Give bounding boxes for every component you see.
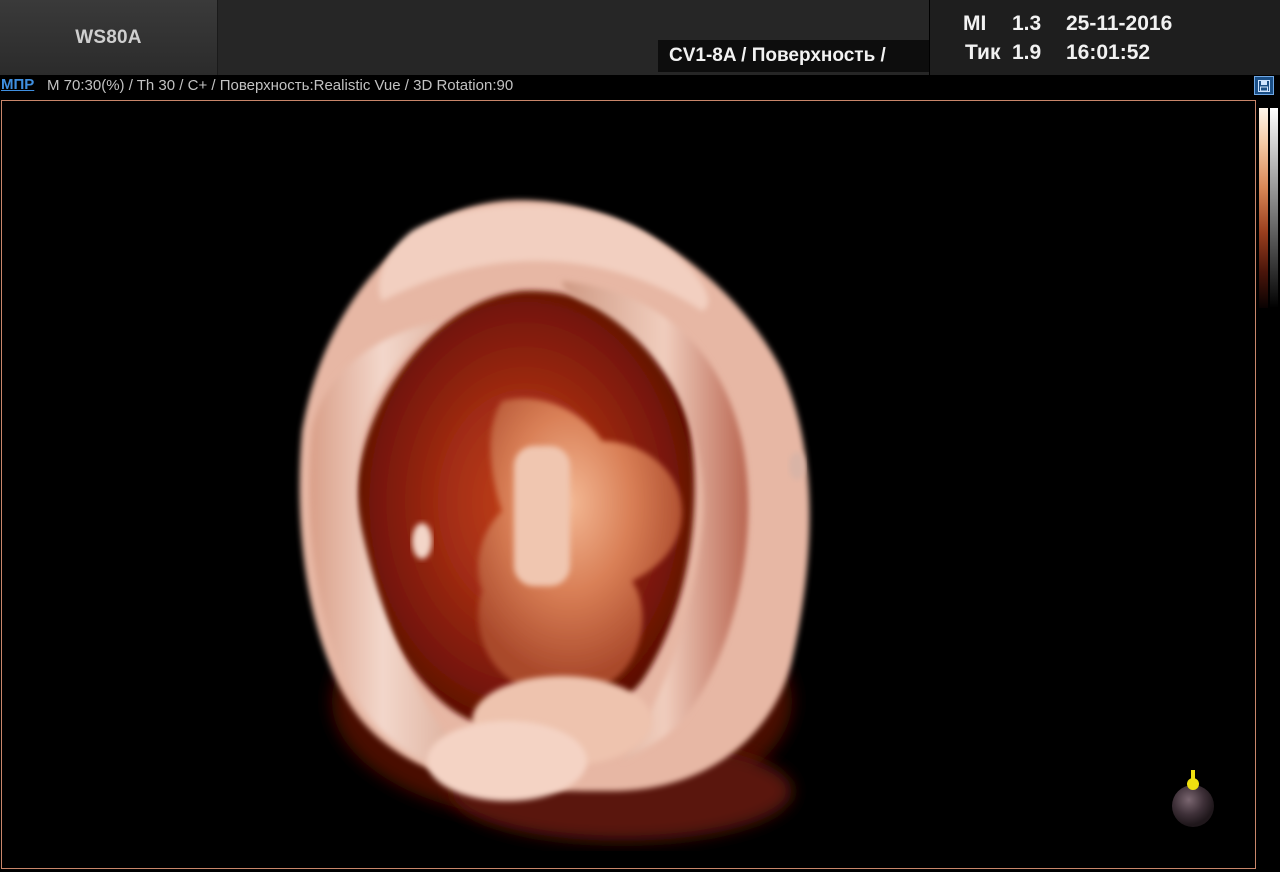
exam-date: 25-11-2016 <box>1066 12 1173 35</box>
orientation-marker-icon[interactable] <box>1168 764 1218 830</box>
mi-label: MI <box>963 12 987 35</box>
colormap-bar <box>1259 108 1268 308</box>
render-viewport[interactable] <box>1 100 1256 869</box>
device-logo-panel: WS80A <box>0 0 218 75</box>
tik-value: 1.9 <box>1012 41 1042 64</box>
save-icon <box>1258 79 1270 92</box>
save-button[interactable] <box>1254 76 1274 95</box>
mi-value: 1.3 <box>1012 12 1042 35</box>
grayscale-bar <box>1270 108 1278 308</box>
tik-label: Тик <box>965 41 1001 64</box>
probe-mode-label: CV1-8A / Поверхность / <box>658 40 929 72</box>
info-bar: МПР M 70:30(%) / Th 30 / C+ / Поверхност… <box>0 75 1280 97</box>
render-params: M 70:30(%) / Th 30 / C+ / Поверхность:Re… <box>47 77 514 94</box>
device-name: WS80A <box>75 26 142 48</box>
header-status-panel: MI 1.3 25-11-2016 Тик 1.9 16:01:52 <box>930 0 1280 75</box>
exam-time: 16:01:52 <box>1066 41 1151 64</box>
tab-mpr[interactable]: МПР <box>1 76 34 93</box>
ultrasound-screen: WS80A CV1-8A / Поверхность / MI 1.3 25-1… <box>0 0 1280 872</box>
surface-render-image <box>299 200 810 841</box>
header-center-panel: CV1-8A / Поверхность / <box>218 0 929 75</box>
